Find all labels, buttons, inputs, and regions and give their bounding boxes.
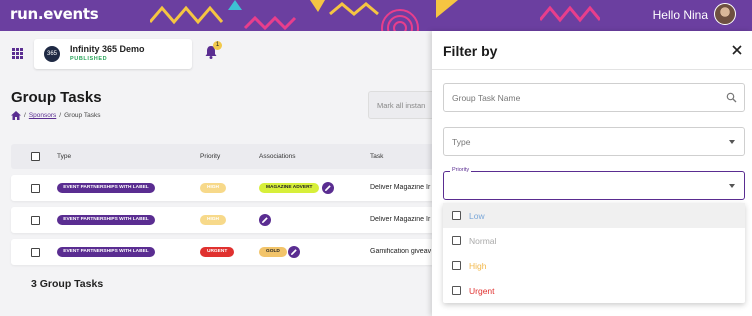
type-badge: EVENT PARTNERSHIPS WITH LABEL xyxy=(57,247,155,257)
filter-title: Filter by xyxy=(443,43,498,59)
breadcrumb-link-sponsors[interactable]: Sponsors xyxy=(29,112,56,119)
association-badge: MAGAZINE ADVERT xyxy=(259,183,320,193)
option-checkbox[interactable] xyxy=(452,286,461,295)
priority-badge: HIGH xyxy=(200,215,226,225)
option-label: High xyxy=(469,261,487,271)
top-bar: run.events Hello Nina xyxy=(0,0,752,31)
option-checkbox[interactable] xyxy=(452,211,461,220)
header-type[interactable]: Type xyxy=(57,153,71,160)
table-row[interactable]: EVENT PARTNERSHIPS WITH LABEL URGENT GOL… xyxy=(11,239,441,265)
decorative-zigzag xyxy=(540,5,600,23)
filter-panel: Filter by Group Task Name Type Priority … xyxy=(432,31,752,316)
table-row[interactable]: EVENT PARTNERSHIPS WITH LABEL HIGH Deliv… xyxy=(11,207,441,233)
table-header: Type Priority Associations Task xyxy=(11,144,441,169)
page-title: Group Tasks xyxy=(11,89,102,106)
pencil-icon xyxy=(262,217,268,223)
header-task[interactable]: Task xyxy=(370,153,383,160)
input-placeholder: Group Task Name xyxy=(452,93,521,103)
event-logo: 365 xyxy=(44,46,60,62)
table-row[interactable]: EVENT PARTNERSHIPS WITH LABEL HIGH MAGAZ… xyxy=(11,175,441,201)
priority-option-urgent[interactable]: Urgent xyxy=(443,278,745,303)
priority-badge: HIGH xyxy=(200,183,226,193)
select-placeholder: Type xyxy=(452,137,471,147)
mark-all-button[interactable]: Mark all instan xyxy=(368,91,438,119)
type-select[interactable]: Type xyxy=(443,127,745,156)
header-associations[interactable]: Associations xyxy=(259,153,296,160)
select-all-checkbox[interactable] xyxy=(31,152,40,161)
event-selector[interactable]: 365 Infinity 365 Demo PUBLISHED xyxy=(34,39,192,69)
close-icon[interactable] xyxy=(732,45,742,55)
pencil-icon xyxy=(325,185,331,191)
edit-associations-button[interactable] xyxy=(322,182,334,194)
option-label: Low xyxy=(469,211,485,221)
header-priority[interactable]: Priority xyxy=(200,153,220,160)
decorative-banner xyxy=(150,0,419,31)
event-status: PUBLISHED xyxy=(70,56,108,62)
row-checkbox[interactable] xyxy=(31,248,40,257)
priority-badge: URGENT xyxy=(200,247,235,257)
home-icon[interactable] xyxy=(11,111,21,120)
chevron-down-icon xyxy=(729,140,735,144)
association-badge: GOLD xyxy=(259,247,287,257)
breadcrumb-separator: / xyxy=(59,112,62,119)
decorative-triangle xyxy=(436,0,458,18)
task-count: 3 Group Tasks xyxy=(31,278,104,290)
option-checkbox[interactable] xyxy=(452,236,461,245)
priority-option-low[interactable]: Low xyxy=(443,203,745,228)
priority-dropdown: Low Normal High Urgent xyxy=(443,203,745,303)
notification-badge: 1 xyxy=(213,41,222,50)
option-label: Normal xyxy=(469,236,497,246)
task-name[interactable]: Deliver Magazine Ir xyxy=(370,184,432,191)
chevron-down-icon xyxy=(729,184,735,188)
event-name: Infinity 365 Demo xyxy=(70,44,145,54)
user-greeting: Hello Nina xyxy=(652,8,708,22)
apps-grid-icon[interactable] xyxy=(12,48,23,59)
priority-select[interactable]: Priority xyxy=(443,167,745,200)
type-badge: EVENT PARTNERSHIPS WITH LABEL xyxy=(57,215,155,225)
breadcrumb-separator: / xyxy=(24,112,26,119)
divider xyxy=(432,69,752,70)
option-checkbox[interactable] xyxy=(452,261,461,270)
edit-associations-button[interactable] xyxy=(259,214,271,226)
breadcrumb: / Sponsors / Group Tasks xyxy=(11,111,100,120)
priority-option-normal[interactable]: Normal xyxy=(443,228,745,253)
task-name[interactable]: Deliver Magazine Ir xyxy=(370,216,432,223)
edit-associations-button[interactable] xyxy=(288,246,300,258)
priority-option-high[interactable]: High xyxy=(443,253,745,278)
task-name[interactable]: Gamification giveav xyxy=(370,248,432,255)
breadcrumb-current: Group Tasks xyxy=(64,112,101,119)
type-badge: EVENT PARTNERSHIPS WITH LABEL xyxy=(57,183,155,193)
group-task-name-input[interactable]: Group Task Name xyxy=(443,83,745,112)
app-logo[interactable]: run.events xyxy=(10,5,99,23)
row-checkbox[interactable] xyxy=(31,184,40,193)
priority-label: Priority xyxy=(450,167,472,173)
tasks-table: Type Priority Associations Task EVENT PA… xyxy=(11,144,441,265)
row-checkbox[interactable] xyxy=(31,216,40,225)
avatar[interactable] xyxy=(714,3,736,25)
search-icon xyxy=(726,92,737,103)
option-label: Urgent xyxy=(469,286,495,296)
pencil-icon xyxy=(291,249,297,255)
